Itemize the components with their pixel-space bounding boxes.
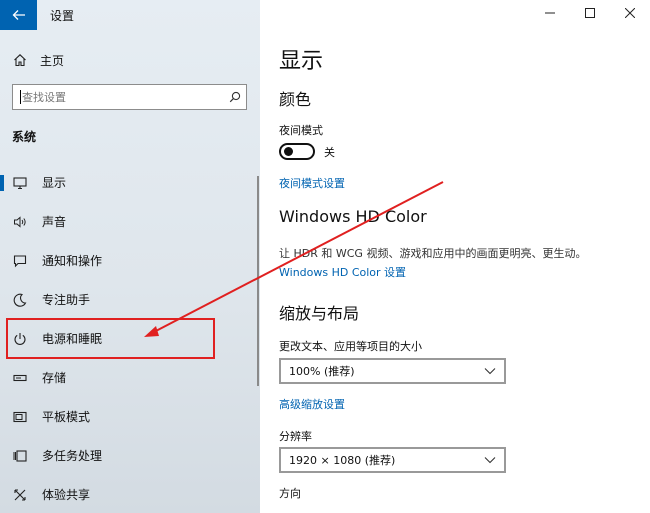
minimize-button[interactable] [530,0,570,26]
sidebar-scrollbar[interactable] [257,176,259,386]
home-label: 主页 [40,53,65,68]
sidebar-item-tablet-mode[interactable]: 平板模式 [0,397,260,436]
page-title: 显示 [279,49,324,74]
sidebar-item-label: 平板模式 [42,410,91,424]
content-pane: 显示 颜色 夜间模式 关 夜间模式设置 Windows HD Color 让 H… [260,0,650,513]
orientation-label: 方向 [279,487,301,500]
monitor-icon [12,175,28,191]
text-size-label: 更改文本、应用等项目的大小 [279,340,422,353]
speaker-icon [12,214,28,230]
toggle-knob [284,147,293,156]
home-icon [12,52,28,68]
sidebar-item-label: 体验共享 [42,488,91,502]
sidebar-item-label: 专注助手 [42,293,91,307]
hdr-description: 让 HDR 和 WCG 视频、游戏和应用中的画面更明亮、更生动。 [279,247,587,260]
night-mode-toggle-row: 关 [279,143,335,160]
search-input[interactable] [21,86,224,108]
color-heading: 颜色 [279,90,312,109]
sidebar-item-sound[interactable]: 声音 [0,202,260,241]
advanced-scaling-link[interactable]: 高级缩放设置 [279,396,345,412]
minimize-icon [545,12,555,14]
active-indicator [0,175,4,191]
text-size-dropdown[interactable]: 100% (推荐) [279,358,506,384]
share-icon [12,487,28,503]
annotation-highlight-box [6,318,215,359]
chevron-down-icon [484,457,496,464]
sidebar-item-label: 存储 [42,371,67,385]
message-icon [12,253,28,269]
sidebar-item-label: 多任务处理 [42,449,103,463]
sidebar: 设置 主页 系统 显 [0,0,260,513]
back-arrow-icon [12,10,25,20]
night-mode-toggle[interactable] [279,143,315,160]
resolution-dropdown[interactable]: 1920 × 1080 (推荐) [279,447,506,473]
sidebar-item-shared-experiences[interactable]: 体验共享 [0,475,260,513]
sidebar-item-home[interactable]: 主页 [0,49,260,71]
maximize-icon [585,8,595,18]
sidebar-item-label: 声音 [42,215,67,229]
section-heading-system: 系统 [12,130,37,144]
search-icon[interactable] [224,85,246,109]
back-button[interactable] [0,0,37,30]
sidebar-item-label: 通知和操作 [42,254,103,268]
maximize-button[interactable] [570,0,610,26]
resolution-value: 1920 × 1080 (推荐) [289,454,396,467]
search-box[interactable] [12,84,247,110]
tablet-icon [12,409,28,425]
window-controls [530,0,650,30]
sidebar-item-focus-assist[interactable]: 专注助手 [0,280,260,319]
storage-icon [12,370,28,386]
night-mode-label: 夜间模式 [279,124,323,137]
close-button[interactable] [610,0,650,26]
sidebar-item-notifications[interactable]: 通知和操作 [0,241,260,280]
sidebar-item-display[interactable]: 显示 [0,163,260,202]
app-title: 设置 [50,9,75,23]
moon-icon [12,292,28,308]
resolution-label: 分辨率 [279,430,312,443]
hdr-settings-link[interactable]: Windows HD Color 设置 [279,264,406,280]
sidebar-item-label: 显示 [42,176,67,190]
multitask-icon [12,448,28,464]
scale-layout-heading: 缩放与布局 [279,304,360,323]
night-mode-state: 关 [324,145,335,159]
titlebar-left: 设置 [0,0,260,30]
sidebar-item-multitasking[interactable]: 多任务处理 [0,436,260,475]
night-mode-settings-link[interactable]: 夜间模式设置 [279,175,345,191]
close-icon [625,8,635,18]
text-size-value: 100% (推荐) [289,365,355,378]
chevron-down-icon [484,368,496,375]
hdr-heading: Windows HD Color [279,207,427,226]
sidebar-item-storage[interactable]: 存储 [0,358,260,397]
